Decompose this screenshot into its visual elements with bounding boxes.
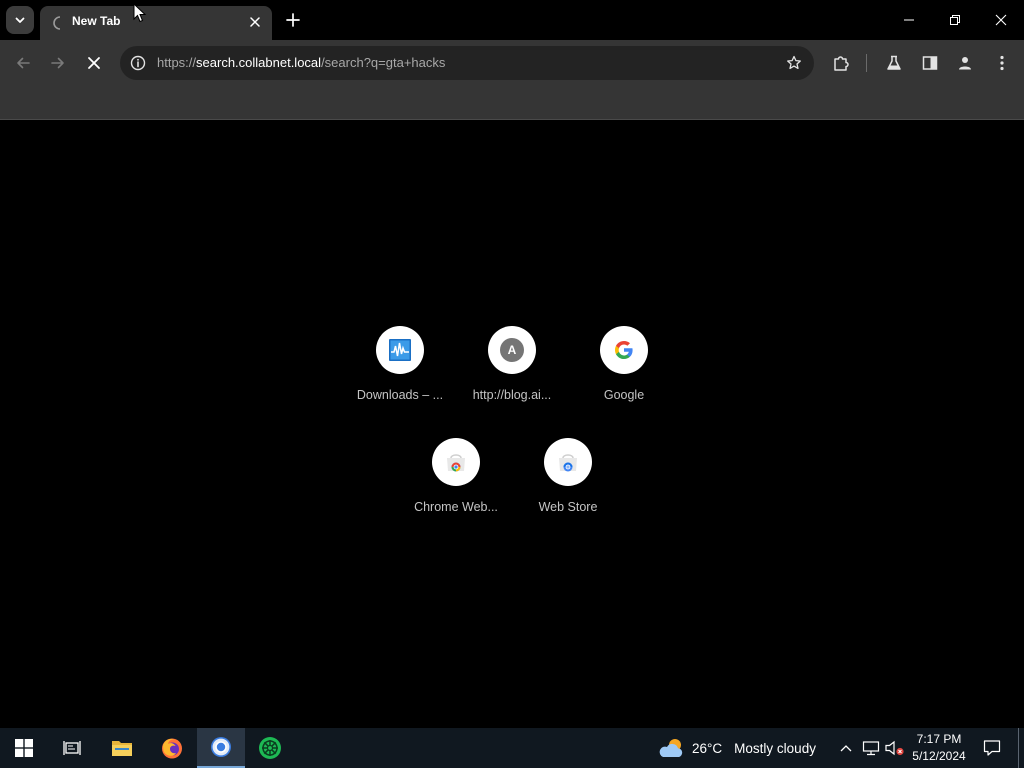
bookmarks-bar [0,86,1024,120]
x-icon [88,57,100,69]
flask-icon [887,55,901,70]
side-panel-button[interactable] [915,48,945,78]
kebab-icon [1000,55,1004,71]
new-tab-button[interactable] [280,7,306,33]
file-explorer-taskbar-button[interactable] [98,728,146,768]
shortcut-label: Downloads – ... [356,388,444,402]
toolbar-divider [866,54,867,72]
plus-icon [286,13,300,27]
file-explorer-icon [112,741,132,756]
shortcut-tile[interactable]: Google [574,326,674,426]
stop-loading-button[interactable] [79,48,109,78]
cloudy-weather-icon [659,739,683,757]
network-button[interactable] [860,728,882,768]
show-desktop-button[interactable] [1018,728,1024,768]
arrow-left-icon [17,57,30,69]
clock-time: 7:17 PM [916,732,962,746]
url-text: https://search.collabnet.local/search?q=… [157,55,445,70]
chrome-web-store-icon [447,454,465,472]
profile-button[interactable] [950,48,980,78]
shortcut-tile[interactable]: Downloads – ... [350,326,450,426]
network-icon [862,741,880,756]
show-hidden-icons-button[interactable] [836,728,856,768]
letter-avatar-icon: A [500,338,524,362]
new-tab-page: Downloads – ... A http://blog.ai... Goog… [0,121,1024,728]
shortcut-icon-container [544,438,592,486]
windows-taskbar: 26°C Mostly cloudy 7:17 PM 5/12/2024 [0,728,1024,768]
tab-strip: New Tab [0,0,1024,40]
loading-spinner-icon [53,16,61,30]
shortcut-tile[interactable]: Chrome Web... [406,438,506,538]
shortcut-label: Google [603,388,645,402]
mouse-cursor-icon [133,3,147,23]
chevron-down-icon [15,17,25,23]
shortcut-tile[interactable]: Web Store [518,438,618,538]
side-panel-icon [922,56,938,70]
chrome-icon [211,737,231,757]
minimize-icon [904,19,914,21]
weather-description: Mostly cloudy [734,740,816,756]
google-g-icon [615,341,633,359]
url-host: search.collabnet.local [196,55,322,70]
shortcut-icon-container [600,326,648,374]
arrow-right-icon [51,57,64,69]
close-icon [250,17,260,27]
minimize-button[interactable] [886,0,932,40]
shortcut-label: http://blog.ai... [472,388,552,402]
volume-button[interactable] [884,728,906,768]
web-store-icon [559,454,577,472]
address-bar[interactable]: https://search.collabnet.local/search?q=… [120,46,814,80]
chrome-taskbar-button[interactable] [197,728,245,768]
system-clock[interactable]: 7:17 PM 5/12/2024 [906,731,972,765]
tab-search-button[interactable] [6,6,34,34]
restore-icon [950,15,960,25]
task-view-icon [63,741,81,755]
start-button[interactable] [0,728,48,768]
url-path: /search?q=gta+hacks [321,55,446,70]
shortcut-icon-container [376,326,424,374]
firefox-taskbar-button[interactable] [148,728,196,768]
browser-toolbar: https://search.collabnet.local/search?q=… [0,40,1024,86]
tab-new-tab[interactable]: New Tab [40,6,272,40]
green-app-taskbar-button[interactable] [246,728,294,768]
info-icon [130,55,146,71]
green-app-icon [259,737,281,759]
volume-muted-icon [885,740,904,756]
firefox-icon [162,738,182,759]
tab-close-button[interactable] [246,13,264,31]
chrome-menu-button[interactable] [987,48,1017,78]
tab-title: New Tab [72,14,121,28]
notification-icon [983,740,1001,756]
avatar-letter: A [507,343,517,357]
bookmark-star-button[interactable] [784,53,804,73]
labs-button[interactable] [879,48,909,78]
close-icon [995,14,1007,26]
shortcut-icon-container: A [488,326,536,374]
window-close-button[interactable] [978,0,1024,40]
back-button[interactable] [8,48,38,78]
clock-date: 5/12/2024 [912,749,966,763]
puzzle-icon [834,56,849,71]
person-icon [959,57,971,70]
windows-start-icon [15,739,33,757]
notifications-button[interactable] [978,728,1006,768]
weather-temperature: 26°C [692,740,723,756]
restore-button[interactable] [932,0,978,40]
shortcut-tile[interactable]: A http://blog.ai... [462,326,562,426]
shortcut-label: Web Store [538,500,598,514]
chevron-up-icon [840,745,852,752]
weather-widget[interactable]: 26°C Mostly cloudy [658,728,816,768]
waveform-site-icon [389,339,411,361]
site-info-button[interactable] [128,53,148,73]
task-view-button[interactable] [48,728,96,768]
star-icon [787,55,801,70]
shortcut-label: Chrome Web... [414,500,498,514]
extensions-button[interactable] [826,48,856,78]
shortcut-icon-container [432,438,480,486]
forward-button[interactable] [43,48,73,78]
url-scheme: https:// [157,55,197,70]
